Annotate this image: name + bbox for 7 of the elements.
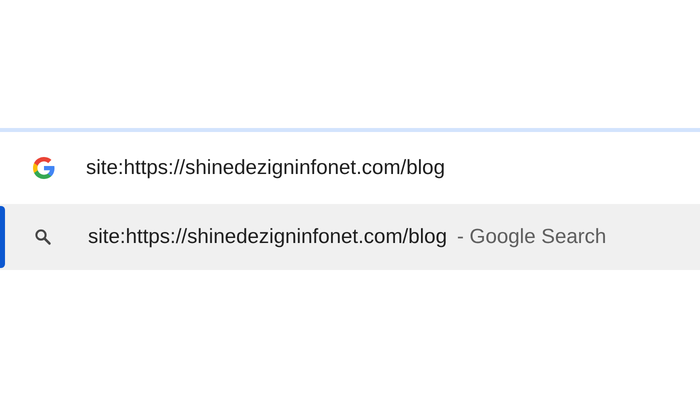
omnibox-text[interactable]: site:https://shinedezigninfonet.com/blog	[86, 152, 445, 184]
search-icon	[34, 228, 52, 246]
selection-indicator	[0, 206, 5, 268]
suggestion-text: site:https://shinedezigninfonet.com/blog	[88, 224, 447, 250]
google-logo-icon	[32, 156, 56, 180]
suggestion-source: - Google Search	[456, 224, 606, 250]
suggestion-row[interactable]: site:https://shinedezigninfonet.com/blog - Google Search	[0, 204, 700, 270]
